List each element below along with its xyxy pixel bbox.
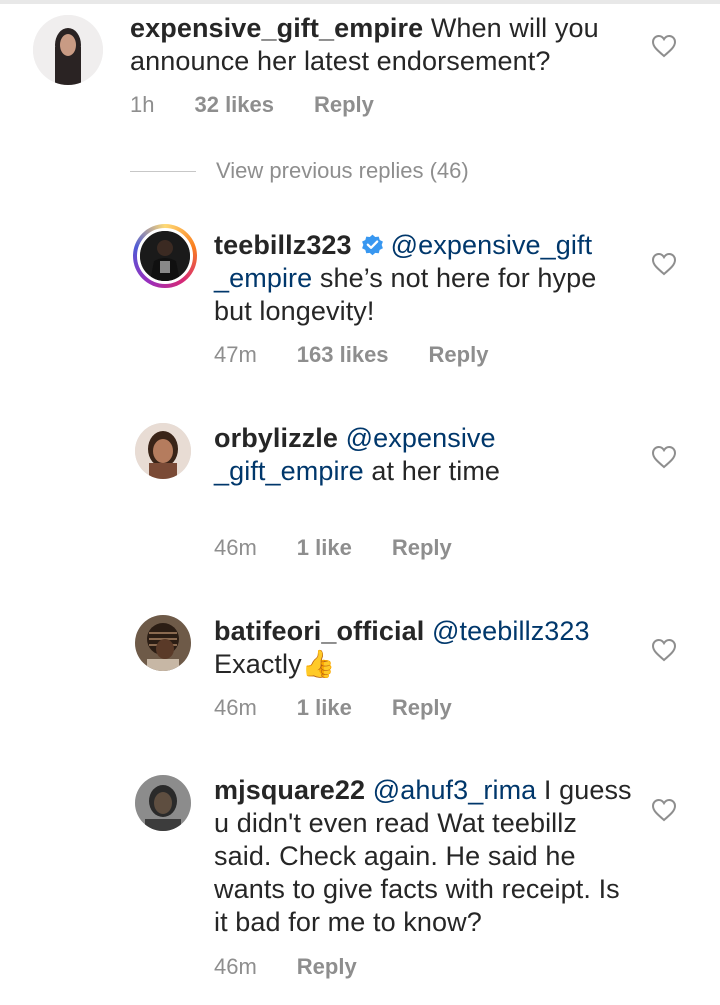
timestamp: 47m: [214, 342, 257, 367]
timestamp: 46m: [214, 954, 257, 979]
comment-text: orbylizzle @expensive _gift_empire at he…: [214, 422, 504, 488]
top-divider: [0, 0, 720, 4]
mention-link[interactable]: @ahuf3_rima: [373, 775, 537, 805]
reply-button[interactable]: Reply: [429, 342, 489, 368]
like-heart-icon[interactable]: [651, 34, 677, 58]
comment-text: mjsquare22 @ahuf3_rima I guess u didn't …: [214, 774, 634, 939]
view-previous-replies[interactable]: View previous replies (46): [130, 158, 469, 184]
avatar-story-ring[interactable]: [133, 224, 197, 288]
comment-meta: 46m 1 like Reply: [214, 695, 492, 721]
comment-meta: 1h 32 likes Reply: [130, 92, 414, 118]
avatar[interactable]: [135, 615, 191, 671]
comment-text: expensive_gift_empire When will you anno…: [130, 12, 640, 78]
comment-meta: 47m 163 likes Reply: [214, 342, 528, 368]
reply-button[interactable]: Reply: [314, 92, 374, 118]
like-heart-icon[interactable]: [651, 252, 677, 276]
reply-button[interactable]: Reply: [392, 535, 452, 561]
like-heart-icon[interactable]: [651, 638, 677, 662]
timestamp: 46m: [214, 695, 257, 720]
likes-count[interactable]: 1 like: [297, 535, 352, 561]
username[interactable]: batifeori_official: [214, 616, 424, 646]
timestamp: 1h: [130, 92, 155, 117]
likes-count[interactable]: 1 like: [297, 695, 352, 721]
verified-badge-icon: [361, 234, 383, 256]
view-previous-label[interactable]: View previous replies (46): [216, 158, 469, 184]
comment-text: batifeori_official @teebillz323 Exactly👍: [214, 615, 634, 681]
likes-count[interactable]: 32 likes: [194, 92, 274, 118]
likes-count[interactable]: 163 likes: [297, 342, 389, 368]
username[interactable]: orbylizzle: [214, 423, 338, 453]
avatar: [137, 228, 193, 284]
comment-meta: 46m Reply: [214, 954, 397, 980]
reply-button[interactable]: Reply: [392, 695, 452, 721]
like-heart-icon[interactable]: [651, 445, 677, 469]
username[interactable]: mjsquare22: [214, 775, 365, 805]
avatar[interactable]: [33, 15, 103, 85]
comment-body: at her time: [371, 456, 501, 486]
avatar[interactable]: [135, 423, 191, 479]
timestamp: 46m: [214, 535, 257, 560]
username[interactable]: expensive_gift_empire: [130, 13, 423, 43]
like-heart-icon[interactable]: [651, 798, 677, 822]
username[interactable]: teebillz323: [214, 230, 352, 260]
thread-line: [130, 170, 196, 172]
comment-body: Exactly👍: [214, 649, 336, 679]
reply-button[interactable]: Reply: [297, 954, 357, 980]
mention-link[interactable]: @teebillz323: [432, 616, 590, 646]
avatar[interactable]: [135, 775, 191, 831]
comment-meta: 46m 1 like Reply: [214, 535, 492, 561]
comment-text: teebillz323 @expensive_gift _empire she’s…: [214, 229, 634, 328]
